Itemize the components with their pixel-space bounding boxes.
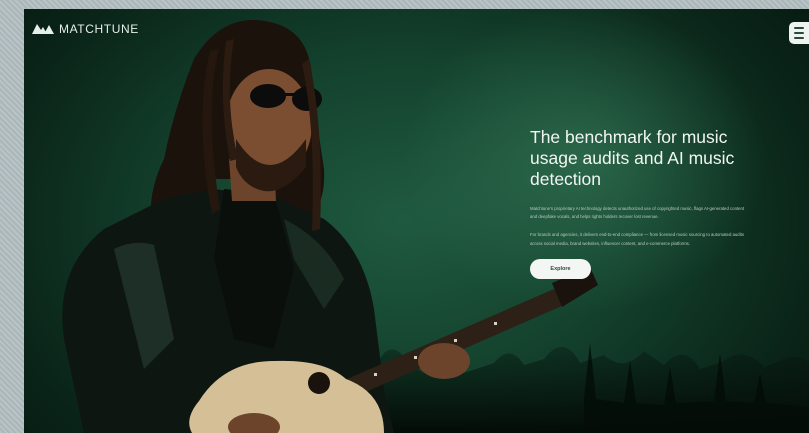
- menu-line: [794, 27, 804, 29]
- menu-line: [794, 32, 804, 34]
- menu-line: [794, 37, 804, 39]
- explore-button[interactable]: Explore: [530, 258, 591, 279]
- brand-logo[interactable]: MATCHTUNE: [32, 22, 139, 36]
- matchtune-logo-icon: [32, 24, 54, 34]
- hero-headline: The benchmark for music usage audits and…: [530, 127, 735, 189]
- brand-name: MATCHTUNE: [59, 22, 139, 36]
- hero-content: The benchmark for music usage audits and…: [530, 127, 770, 279]
- hero-paragraph-1: Matchtune's proprietary AI technology de…: [530, 206, 745, 220]
- hamburger-menu-icon[interactable]: [789, 22, 809, 44]
- hero-section: MATCHTUNE The benchmark for music usage …: [24, 9, 809, 433]
- hero-paragraph-2: For brands and agencies, it delivers end…: [530, 232, 744, 246]
